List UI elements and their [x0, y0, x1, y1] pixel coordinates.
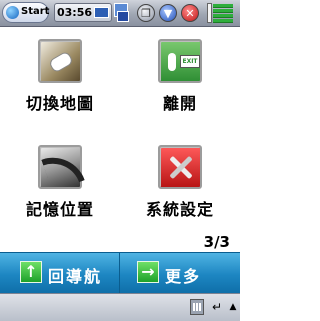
status-bar: Start 03:56 ❐ ▼ ✕	[0, 0, 240, 27]
windows-logo-icon	[6, 6, 19, 19]
signal-icon	[207, 3, 235, 23]
system-settings-icon	[158, 145, 202, 189]
more-label: 更多	[165, 267, 202, 286]
menu-item-label: 離開	[162, 94, 197, 113]
windows-icon[interactable]: ❐	[137, 4, 155, 22]
page-indicator: 3/3	[203, 233, 230, 251]
up-arrow-icon[interactable]: ▲	[226, 299, 240, 315]
menu-grid: 切換地圖 EXIT 離開 記憶位置 系統設定 3/3	[0, 27, 240, 252]
menu-item-switch-map[interactable]: 切換地圖	[0, 27, 120, 117]
menu-item-memory-location[interactable]: 記憶位置	[0, 133, 120, 223]
start-button[interactable]: Start	[2, 2, 49, 23]
arrow-up-icon: ↑	[20, 261, 42, 283]
menu-item-label: 切換地圖	[25, 94, 94, 113]
network-icon[interactable]	[114, 3, 129, 22]
back-to-navigation-button[interactable]: ↑ 回導航	[0, 253, 120, 293]
scroll-down-icon[interactable]: ▼	[159, 4, 177, 22]
menu-item-exit[interactable]: EXIT 離開	[120, 27, 240, 117]
keyboard-icon[interactable]	[190, 299, 204, 315]
return-icon[interactable]: ↵	[210, 299, 224, 315]
memory-location-icon	[38, 145, 85, 192]
system-bar: ↵ ▲	[0, 293, 240, 321]
menu-item-label: 記憶位置	[25, 200, 94, 219]
start-label: Start	[21, 6, 50, 17]
menu-item-label: 系統設定	[145, 200, 214, 219]
calendar-icon	[94, 7, 109, 18]
arrow-right-icon: →	[137, 261, 159, 283]
close-icon[interactable]: ✕	[181, 4, 199, 22]
exit-icon: EXIT	[158, 39, 202, 83]
bottom-nav: ↑ 回導航 → 更多	[0, 252, 240, 293]
clock-time: 03:56	[57, 6, 93, 19]
clock[interactable]: 03:56	[54, 3, 112, 22]
menu-item-system-settings[interactable]: 系統設定	[120, 133, 240, 223]
map-switch-icon	[38, 39, 82, 83]
back-to-navigation-label: 回導航	[48, 267, 103, 286]
more-button[interactable]: → 更多	[120, 253, 240, 293]
